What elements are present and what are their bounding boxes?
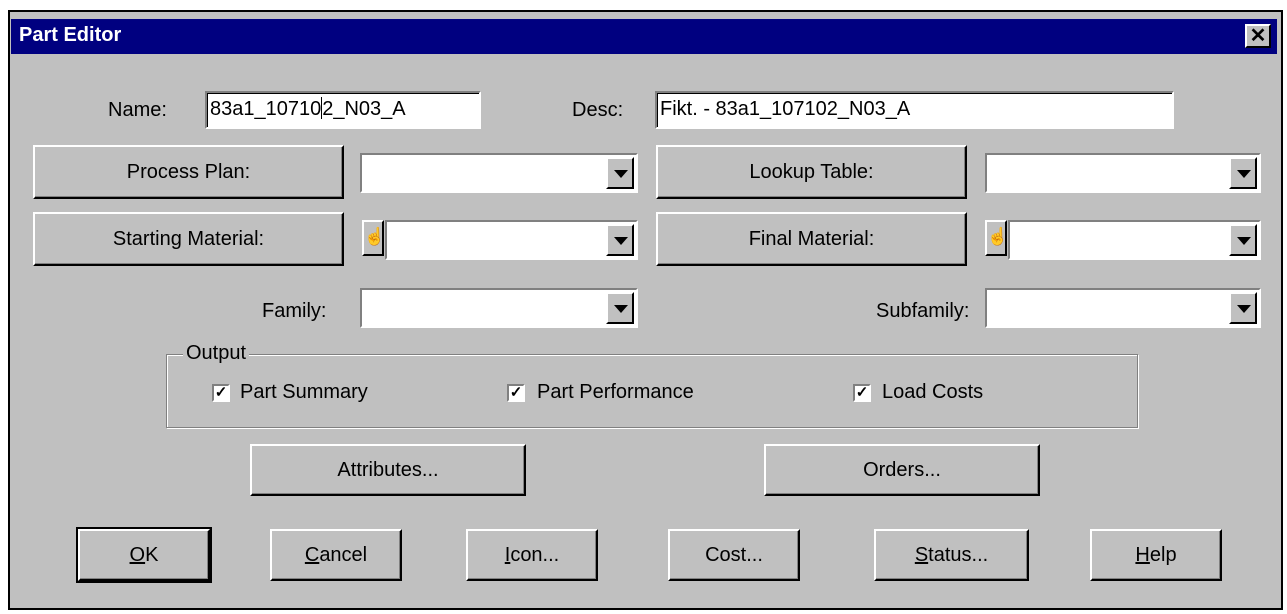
starting-material-button[interactable]: Starting Material: xyxy=(33,212,344,266)
status-label: tatus... xyxy=(928,543,989,566)
ok-label: K xyxy=(145,543,159,566)
family-label: Family: xyxy=(262,300,327,322)
name-value-b: 2_N03_A xyxy=(322,98,406,120)
close-button[interactable]: ✕ xyxy=(1245,24,1271,48)
subfamily-combo[interactable] xyxy=(985,288,1261,328)
orders-label: Orders... xyxy=(863,458,941,481)
orders-button[interactable]: Orders... xyxy=(764,444,1040,496)
family-combo[interactable] xyxy=(360,288,638,328)
attributes-button[interactable]: Attributes... xyxy=(250,444,526,496)
load-costs-checkbox[interactable]: ✓ xyxy=(853,384,871,402)
cost-button[interactable]: Cost... xyxy=(668,529,800,581)
hand-pointer-icon[interactable]: ☝ xyxy=(985,220,1008,256)
subfamily-label: Subfamily: xyxy=(876,300,970,322)
load-costs-label[interactable]: Load Costs xyxy=(882,381,983,404)
lookup-table-combo[interactable] xyxy=(985,153,1261,193)
part-performance-checkbox[interactable]: ✓ xyxy=(507,384,525,402)
help-mnemonic: H xyxy=(1135,543,1150,566)
cancel-button[interactable]: Cancel xyxy=(270,529,402,581)
close-icon: ✕ xyxy=(1249,25,1267,47)
process-plan-combo[interactable] xyxy=(360,153,638,193)
desc-value: Fikt. - 83a1_107102_N03_A xyxy=(660,98,911,120)
part-summary-checkbox[interactable]: ✓ xyxy=(212,384,230,402)
cancel-label: ancel xyxy=(319,543,368,566)
process-plan-button[interactable]: Process Plan: xyxy=(33,145,344,199)
starting-material-combo[interactable] xyxy=(385,220,638,260)
final-material-label: Final Material: xyxy=(748,227,875,250)
lookup-table-button[interactable]: Lookup Table: xyxy=(656,145,967,199)
window-title: Part Editor xyxy=(19,24,122,46)
name-value-a: 83a1_10710 xyxy=(210,98,322,120)
lookup-table-label: Lookup Table: xyxy=(749,160,874,183)
process-plan-label: Process Plan: xyxy=(126,160,251,183)
chevron-down-icon[interactable] xyxy=(606,224,634,256)
chevron-down-icon[interactable] xyxy=(606,157,634,189)
chevron-down-icon[interactable] xyxy=(1229,157,1257,189)
name-field[interactable]: 83a1_107102_N03_A xyxy=(205,91,481,129)
starting-material-label: Starting Material: xyxy=(112,227,265,250)
ok-button[interactable]: OK xyxy=(76,527,212,583)
desc-field[interactable]: Fikt. - 83a1_107102_N03_A xyxy=(655,91,1174,129)
ok-mnemonic: O xyxy=(129,543,146,566)
part-performance-label[interactable]: Part Performance xyxy=(537,381,694,404)
cancel-mnemonic: C xyxy=(304,543,320,566)
output-group-label: Output xyxy=(183,342,250,365)
icon-label: con... xyxy=(510,543,560,566)
hand-pointer-icon[interactable]: ☝ xyxy=(362,220,385,256)
attributes-label: Attributes... xyxy=(337,458,439,481)
final-material-button[interactable]: Final Material: xyxy=(656,212,967,266)
icon-button[interactable]: Icon... xyxy=(466,529,598,581)
help-button[interactable]: Help xyxy=(1090,529,1222,581)
cost-label: Cost... xyxy=(705,543,763,566)
help-label: elp xyxy=(1149,543,1177,566)
name-label: Name: xyxy=(108,99,167,121)
part-summary-label[interactable]: Part Summary xyxy=(240,381,368,404)
desc-label: Desc: xyxy=(572,99,624,121)
chevron-down-icon[interactable] xyxy=(1229,224,1257,256)
final-material-combo[interactable] xyxy=(1008,220,1261,260)
chevron-down-icon[interactable] xyxy=(1229,292,1257,324)
status-mnemonic: S xyxy=(914,543,929,566)
title-bar: Part Editor ✕ xyxy=(11,19,1277,54)
chevron-down-icon[interactable] xyxy=(606,292,634,324)
status-button[interactable]: Status... xyxy=(874,529,1029,581)
